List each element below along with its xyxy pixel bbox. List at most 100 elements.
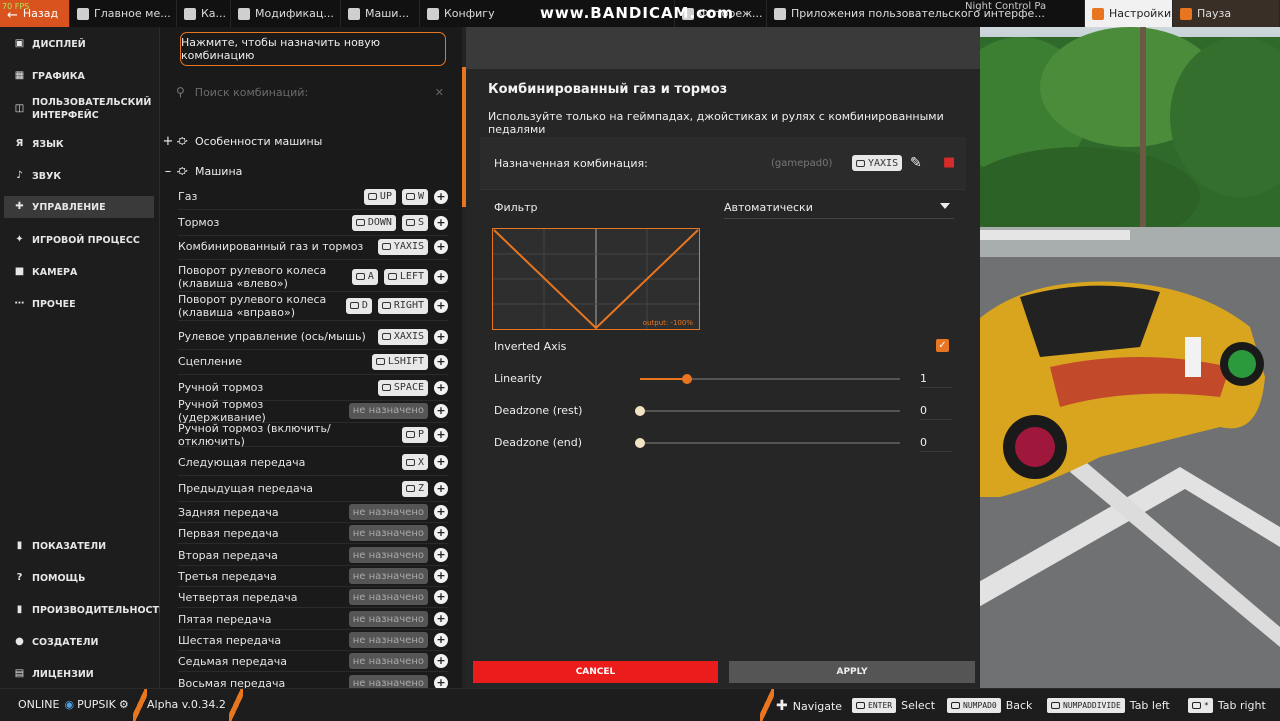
sidebar-item-display[interactable]: ▣ Дисплей	[4, 36, 154, 52]
sidebar-item-other[interactable]: ⋯ Прочее	[4, 296, 154, 312]
deadzone-rest-value[interactable]: 0	[920, 404, 952, 420]
sidebar-item-language[interactable]: Я Язык	[4, 136, 154, 152]
add-binding-icon[interactable]: +	[434, 455, 448, 469]
unassigned-badge[interactable]: не назначено	[348, 611, 428, 627]
tab-main-menu[interactable]: Главное ме...	[70, 0, 177, 27]
add-binding-icon[interactable]: +	[434, 380, 448, 395]
slider-handle[interactable]	[635, 438, 645, 448]
unassigned-badge[interactable]: не назначено	[348, 632, 428, 648]
key-badge[interactable]: P	[401, 426, 428, 443]
binding-row[interactable]: Комбинированный газ и тормоз YAXIS +	[178, 234, 448, 260]
tab-mods[interactable]: Модификац...	[231, 0, 341, 27]
unassigned-badge[interactable]: не назначено	[348, 402, 428, 419]
unassigned-badge[interactable]: не назначено	[348, 525, 428, 541]
add-binding-icon[interactable]: +	[434, 427, 448, 442]
binding-row[interactable]: Ручной тормоз (включить/отключить) P +	[178, 422, 448, 448]
clear-icon[interactable]: ✕	[435, 86, 444, 99]
deadzone-end-value[interactable]: 0	[920, 436, 952, 452]
add-binding-icon[interactable]: +	[434, 654, 448, 668]
key-badge[interactable]: SPACE	[377, 379, 428, 396]
binding-row[interactable]: Четвертая передача не назначено +	[178, 587, 448, 608]
key-badge[interactable]: Z	[401, 480, 428, 497]
sidebar-item-help[interactable]: ? Помощь	[4, 570, 154, 586]
add-binding-icon[interactable]: +	[434, 403, 448, 418]
binding-row[interactable]: Тормоз DOWN S +	[178, 210, 448, 236]
tab-vehicles[interactable]: Маши...	[341, 0, 420, 27]
binding-row[interactable]: Поворот рулевого колеса (клавиша «вправо…	[178, 291, 448, 321]
binding-row[interactable]: Шестая передача не назначено +	[178, 630, 448, 651]
add-binding-icon[interactable]: +	[434, 569, 448, 583]
key-badge[interactable]: D	[345, 297, 372, 314]
linearity-slider[interactable]	[640, 374, 900, 384]
slider-handle[interactable]	[635, 406, 645, 416]
category-vehicle[interactable]: – ⛮ Машина	[160, 164, 243, 179]
binding-row[interactable]: Следующая передача X +	[178, 449, 448, 476]
add-binding-icon[interactable]: +	[434, 481, 448, 496]
sidebar-item-ui[interactable]: ◫ Пользовательский интерфейс	[4, 95, 154, 123]
slider-handle[interactable]	[681, 374, 692, 384]
sidebar-item-gameplay[interactable]: ✦ Игровой процесс	[4, 232, 154, 248]
edit-icon[interactable]: ✎	[910, 155, 922, 171]
sidebar-item-sound[interactable]: ♪ Звук	[4, 168, 154, 184]
binding-row[interactable]: Седьмая передача не назначено +	[178, 651, 448, 672]
sidebar-item-performance[interactable]: ▮ Производительность	[4, 602, 167, 618]
key-badge[interactable]: DOWN	[351, 214, 396, 231]
key-badge[interactable]: LEFT	[383, 268, 428, 285]
sidebar-item-licenses[interactable]: ▤ Лицензии	[4, 666, 154, 682]
pause-button[interactable]: Пауза	[1173, 0, 1280, 27]
inverted-axis-checkbox[interactable]: ✓	[936, 339, 949, 352]
unassigned-badge[interactable]: не назначено	[348, 653, 428, 669]
binding-row[interactable]: Газ UP W +	[178, 184, 448, 210]
add-binding-icon[interactable]: +	[434, 548, 448, 562]
add-binding-icon[interactable]: +	[434, 612, 448, 626]
key-badge[interactable]: W	[401, 188, 428, 205]
key-badge[interactable]: XAXIS	[377, 328, 428, 345]
binding-row[interactable]: Ручной тормоз (удерживание) не назначено +	[178, 398, 448, 424]
binding-row[interactable]: Первая передача не назначено +	[178, 523, 448, 544]
search-bar[interactable]: ⚲ Поиск комбинаций: ✕	[172, 79, 450, 105]
linearity-value[interactable]: 1	[920, 372, 952, 388]
unassigned-badge[interactable]: не назначено	[348, 504, 428, 520]
add-binding-icon[interactable]: +	[434, 590, 448, 604]
assign-new-binding-button[interactable]: Нажмите, чтобы назначить новую комбинаци…	[180, 32, 446, 66]
binding-row[interactable]: Рулевое управление (ось/мышь) XAXIS +	[178, 324, 448, 350]
deadzone-rest-slider[interactable]	[635, 406, 900, 416]
binding-row[interactable]: Третья передача не назначено +	[178, 566, 448, 587]
key-badge[interactable]: YAXIS	[377, 238, 428, 255]
binding-row[interactable]: Пятая передача не назначено +	[178, 609, 448, 630]
key-badge[interactable]: LSHIFT	[371, 353, 428, 370]
add-binding-icon[interactable]: +	[434, 354, 448, 369]
binding-row[interactable]: Предыдущая передача Z +	[178, 476, 448, 502]
binding-row[interactable]: Сцепление LSHIFT +	[178, 349, 448, 375]
online-status[interactable]: ONLINE ◉ PUPSIK ⚙	[18, 698, 129, 711]
sidebar-item-credits[interactable]: ● Создатели	[4, 634, 154, 650]
add-binding-icon[interactable]: +	[434, 269, 448, 284]
add-binding-icon[interactable]: +	[434, 505, 448, 519]
key-badge[interactable]: UP	[363, 188, 396, 205]
key-badge[interactable]: A	[351, 268, 378, 285]
apply-button[interactable]: APPLY	[729, 661, 975, 683]
sidebar-item-graphics[interactable]: ▦ Графика	[4, 68, 154, 84]
sidebar-item-stats[interactable]: ▮ Показатели	[4, 538, 154, 554]
key-badge[interactable]: S	[401, 214, 428, 231]
cancel-button[interactable]: CANCEL	[473, 661, 718, 683]
search-input[interactable]: Поиск комбинаций:	[195, 86, 308, 99]
binding-row[interactable]: Задняя передача не назначено +	[178, 502, 448, 523]
category-vehicle-specific[interactable]: + ⛮ Особенности машины	[160, 134, 323, 149]
add-binding-icon[interactable]: +	[434, 215, 448, 230]
tab-settings[interactable]: Настройки	[1085, 0, 1173, 27]
add-binding-icon[interactable]: +	[434, 239, 448, 254]
expand-icon[interactable]: +	[161, 134, 175, 149]
tab-map[interactable]: Ка...	[177, 0, 231, 27]
add-binding-icon[interactable]: +	[434, 329, 448, 344]
sidebar-item-controls[interactable]: ✚ Управление	[4, 196, 154, 218]
add-binding-icon[interactable]: +	[434, 633, 448, 647]
binding-row[interactable]: Поворот рулевого колеса (клавиша «влево»…	[178, 262, 448, 292]
unassigned-badge[interactable]: не назначено	[348, 589, 428, 605]
unassigned-badge[interactable]: не назначено	[348, 568, 428, 584]
add-binding-icon[interactable]: +	[434, 189, 448, 204]
collapse-icon[interactable]: –	[161, 164, 175, 179]
key-badge[interactable]: X	[401, 454, 428, 470]
add-binding-icon[interactable]: +	[434, 526, 448, 540]
unassigned-badge[interactable]: не назначено	[348, 547, 428, 563]
